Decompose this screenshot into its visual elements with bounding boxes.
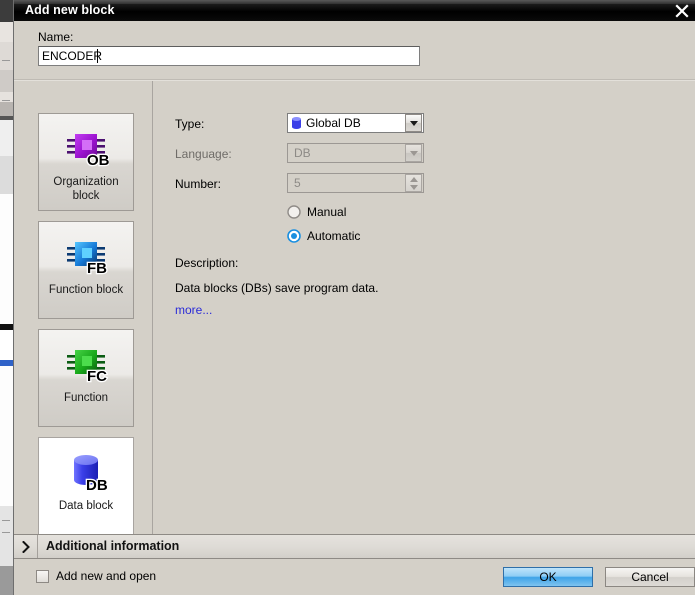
dialog-client-area: Name: ENCODER OB Organization block FB F… xyxy=(14,21,695,595)
name-input[interactable] xyxy=(38,46,420,66)
block-type-data-block[interactable]: DB Data block xyxy=(38,437,134,535)
titlebar-highlight xyxy=(14,0,695,4)
function-icon: FC xyxy=(62,342,110,386)
language-dropdown: DB xyxy=(287,143,424,163)
radio-selected-icon xyxy=(287,229,301,243)
block-type-label: Function xyxy=(63,392,109,404)
add-new-and-open-checkbox[interactable]: Add new and open xyxy=(36,569,156,583)
dialog-title: Add new block xyxy=(25,3,115,17)
svg-text:FC: FC xyxy=(87,368,107,385)
radio-automatic-label: Automatic xyxy=(307,229,361,243)
additional-information-label: Additional information xyxy=(46,539,180,553)
svg-text:DB: DB xyxy=(86,477,108,494)
name-label: Name: xyxy=(38,30,74,44)
svg-text:OB: OB xyxy=(87,152,109,169)
number-value: 5 xyxy=(294,176,301,190)
add-new-block-dialog: Add new block Name: ENCODER OB Organizat… xyxy=(13,0,695,595)
dialog-footer: Add new and open OK Cancel xyxy=(14,560,695,595)
chevron-right-icon[interactable] xyxy=(14,535,38,558)
chevron-down-icon xyxy=(405,144,422,162)
svg-text:FB: FB xyxy=(87,260,107,277)
block-type-list: OB Organization block FB Function block … xyxy=(14,81,152,535)
description-label: Description: xyxy=(175,256,239,270)
db-cylinder-icon xyxy=(291,116,302,130)
function-block-icon: FB xyxy=(62,234,110,278)
description-text: Data blocks (DBs) save program data. xyxy=(175,281,379,295)
stepper-down-icon xyxy=(409,183,418,191)
dialog-body: OB Organization block FB Function block … xyxy=(14,81,695,535)
number-input: 5 xyxy=(287,173,424,193)
radio-manual[interactable]: Manual xyxy=(287,205,346,219)
type-dropdown[interactable]: Global DB xyxy=(287,113,424,133)
block-type-organization-block[interactable]: OB Organization block xyxy=(38,113,134,211)
more-link[interactable]: more... xyxy=(175,303,212,317)
block-type-label: Organization block xyxy=(40,175,132,203)
radio-automatic[interactable]: Automatic xyxy=(287,229,360,243)
radio-manual-label: Manual xyxy=(307,205,347,219)
additional-information-expander[interactable]: Additional information xyxy=(14,534,695,559)
stepper-up-icon xyxy=(409,175,418,183)
name-section: Name: xyxy=(14,21,695,79)
number-label: Number: xyxy=(175,177,222,191)
number-stepper xyxy=(405,174,422,192)
background-application-strip xyxy=(0,0,13,595)
block-type-label: Data block xyxy=(58,500,114,512)
language-value: DB xyxy=(294,146,311,160)
checkbox-box[interactable] xyxy=(36,569,49,583)
block-properties-form: Type: Global DB Language: DB Number: 5 M… xyxy=(153,81,695,534)
label-line-2: block xyxy=(72,190,100,202)
radio-unselected-icon xyxy=(287,205,301,219)
block-type-label: Function block xyxy=(48,284,124,296)
ok-button[interactable]: OK xyxy=(503,567,593,587)
text-caret xyxy=(97,49,98,63)
cancel-button[interactable]: Cancel xyxy=(605,567,695,587)
data-block-icon: DB xyxy=(62,450,110,494)
block-type-function-block[interactable]: FB Function block xyxy=(38,221,134,319)
close-icon[interactable] xyxy=(669,0,695,21)
organization-block-icon: OB xyxy=(62,126,110,170)
type-label: Type: xyxy=(175,117,205,131)
label-line-1: Organization xyxy=(53,176,119,188)
chevron-down-icon[interactable] xyxy=(405,114,422,132)
type-value: Global DB xyxy=(306,116,361,130)
dialog-titlebar[interactable]: Add new block xyxy=(14,0,695,21)
checkbox-label: Add new and open xyxy=(56,569,157,583)
block-type-function[interactable]: FC Function xyxy=(38,329,134,427)
language-label: Language: xyxy=(175,147,232,161)
